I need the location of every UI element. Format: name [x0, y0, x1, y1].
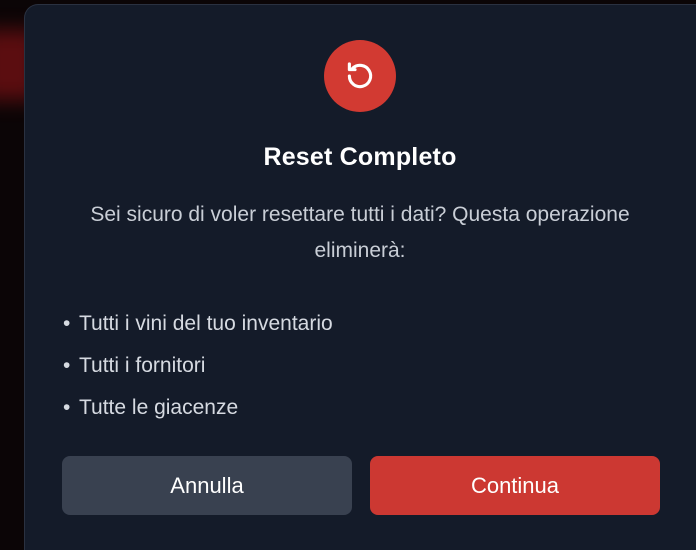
- list-item: • Tutte le giacenze: [63, 387, 333, 429]
- reset-icon-badge: [324, 40, 396, 112]
- reset-arrow-icon: [347, 62, 373, 89]
- deletion-list: • Tutti i vini del tuo inventario • Tutt…: [63, 303, 333, 429]
- bullet-icon: •: [63, 312, 71, 335]
- dialog-message: Sei sicuro di voler resettare tutti i da…: [90, 203, 630, 262]
- list-item: • Tutti i fornitori: [63, 345, 333, 387]
- cancel-button[interactable]: Annulla: [62, 456, 352, 515]
- bullet-icon: •: [63, 396, 71, 419]
- list-item: • Tutti i vini del tuo inventario: [63, 303, 333, 345]
- continue-button[interactable]: Continua: [370, 456, 660, 515]
- list-item-text: Tutti i fornitori: [79, 354, 206, 377]
- list-item-text: Tutti i vini del tuo inventario: [79, 312, 333, 335]
- bullet-icon: •: [63, 354, 71, 377]
- reset-confirm-dialog: Reset Completo Sei sicuro di voler reset…: [24, 4, 696, 550]
- list-item-text: Tutte le giacenze: [79, 396, 239, 419]
- dialog-title: Reset Completo: [263, 143, 457, 171]
